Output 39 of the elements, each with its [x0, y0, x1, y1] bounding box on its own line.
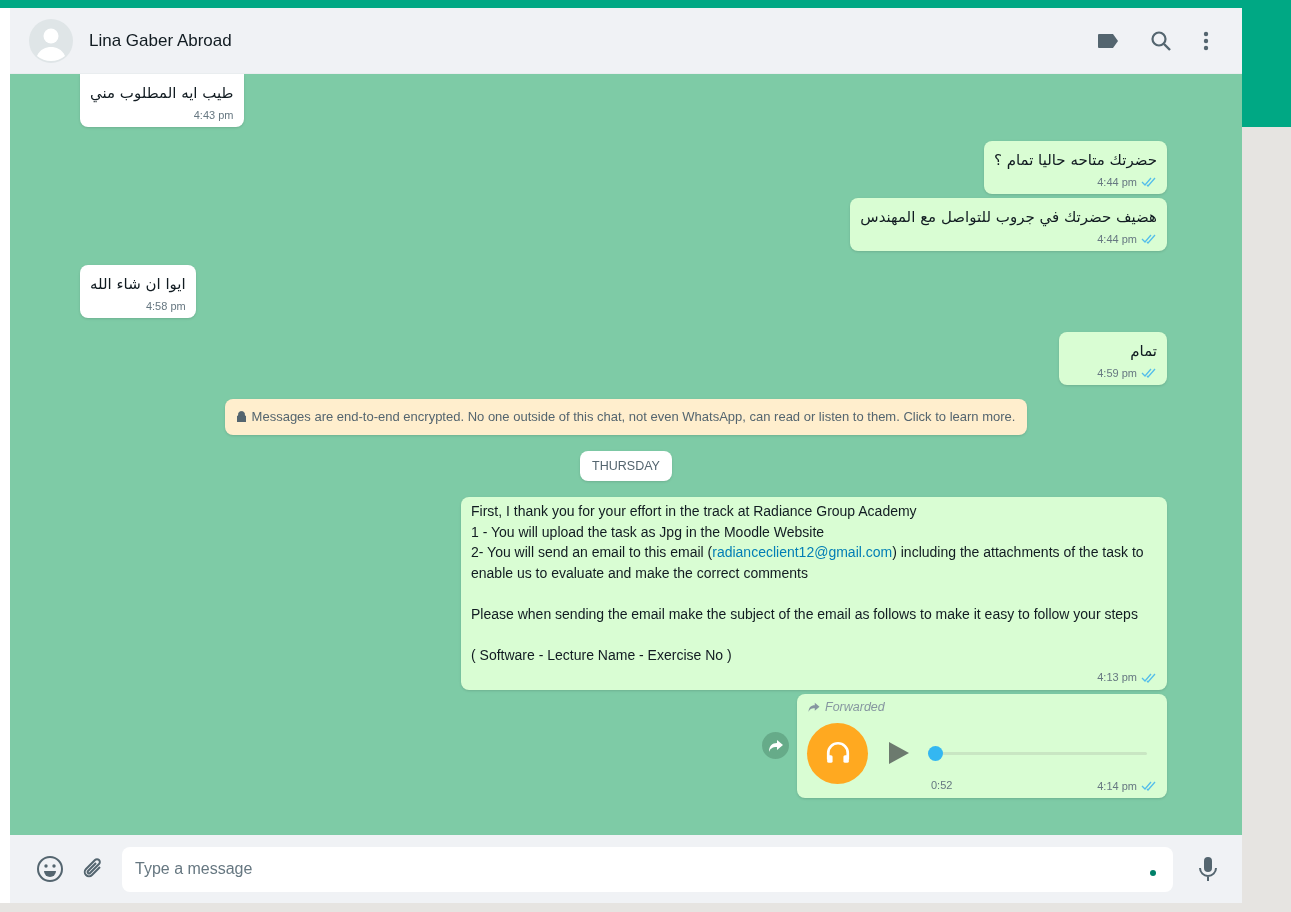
message-text: First, I thank you for your effort in the track at Radiance Group Academy [471, 502, 918, 522]
forward-button[interactable] [762, 732, 789, 760]
contact-name[interactable]: Lina Gaber Abroad [89, 27, 232, 54]
message-text: هضيف حضرتك في جروب للتواصل مع المهندس [860, 207, 1157, 229]
microphone-icon[interactable] [1198, 856, 1218, 882]
message-time: 4:44 pm [1097, 231, 1137, 247]
encryption-notice[interactable]: Messages are end-to-end encrypted. No one outside of this chat, not even WhatsApp, can read or listen to them. Click to learn more. [224, 399, 1028, 435]
message-text: ايوا ان شاء الله [90, 274, 186, 295]
message-time: 4:58 pm [145, 298, 186, 314]
audio-progress-track[interactable] [928, 745, 1147, 761]
avatar-icon [29, 18, 73, 63]
audio-duration: 0:52 [931, 777, 953, 793]
forwarded-label: Forwarded [825, 698, 885, 716]
email-link[interactable]: radianceclient12@gmail.com [712, 544, 893, 561]
lock-icon [236, 411, 246, 423]
encryption-text: Messages are end-to-end encrypted. No one outside of this chat, not even WhatsApp, can read or listen to them. Click to learn more. [251, 408, 1016, 426]
emoji-icon[interactable] [36, 855, 64, 883]
headphones-icon [824, 740, 851, 766]
message-text: 1 - You will upload the task as Jpg in the Moodle Website [471, 522, 826, 542]
message-text: طيب ايه المطلوب مني [90, 83, 234, 105]
message-time: 4:43 pm [193, 107, 234, 123]
audio-progress-thumb[interactable] [928, 745, 943, 761]
message-time: 4:44 pm [1097, 174, 1137, 190]
play-button[interactable] [888, 741, 910, 765]
forward-icon [767, 738, 784, 753]
menu-icon[interactable] [1203, 30, 1209, 51]
message-time: 4:14 pm [1097, 778, 1137, 794]
message-text: Please when sending the email make the subject of the email as follows to make it easy to follow your steps [471, 604, 1139, 624]
label-icon[interactable] [1097, 32, 1119, 49]
message-input[interactable]: Type a message [122, 846, 1173, 892]
message-time: 4:13 pm [1097, 670, 1137, 686]
message-text: 2- You will send an email to this email (radianceclient12@gmail.com) including the attachments of the task to enable us to evaluate and make the correct comments [471, 543, 1145, 583]
message-time: 4:59 pm [1097, 365, 1137, 381]
forward-icon [807, 701, 821, 713]
search-icon[interactable] [1150, 29, 1172, 52]
date-label: THURSDAY [580, 450, 672, 482]
message-text: ( Software - Lecture Name - Exercise No ) [471, 645, 733, 665]
message-text: تمام [1129, 341, 1157, 362]
message-text: حضرتك متاحه حاليا تمام ؟ [993, 150, 1157, 171]
